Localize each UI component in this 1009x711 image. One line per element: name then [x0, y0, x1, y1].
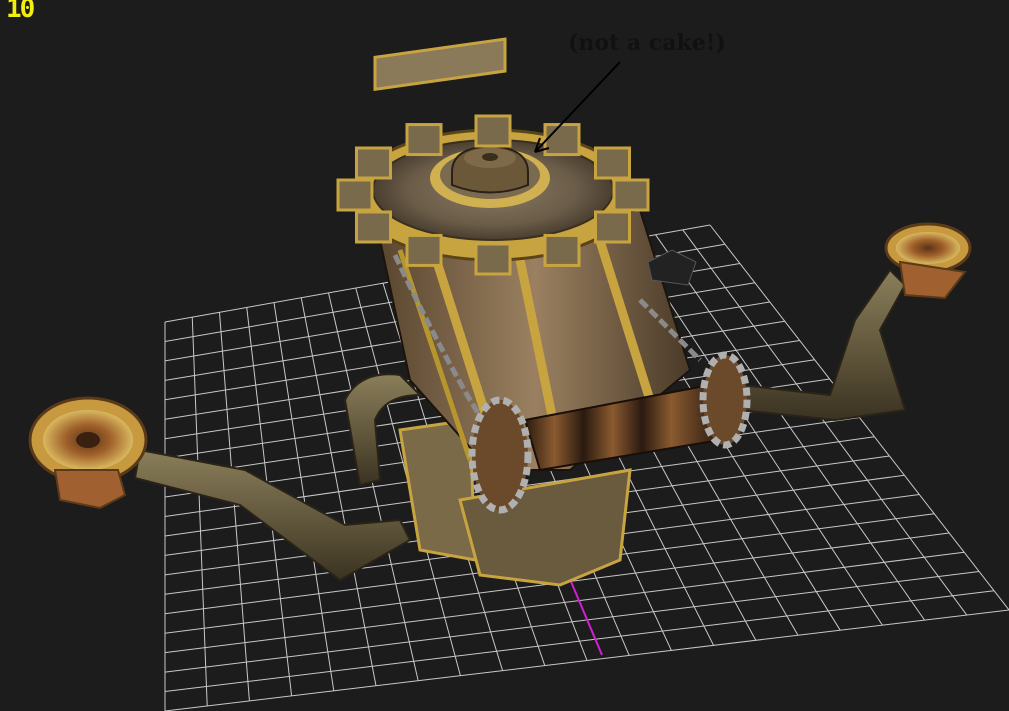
gear-tooth-crate — [405, 233, 443, 267]
gear-tooth-crate — [543, 123, 581, 157]
gear-tooth-crate — [612, 178, 650, 212]
3d-viewport[interactable]: 10 (not a cake!) — [0, 0, 1009, 711]
chain-hub-left — [468, 396, 532, 514]
gear-tooth-crate — [354, 210, 392, 244]
gear-tooth-crate — [594, 210, 632, 244]
fps-counter: 10 — [6, 0, 35, 24]
chain-hub-right — [699, 351, 751, 449]
viewport-canvas — [28, 37, 1009, 711]
gear-tooth-crate — [405, 123, 443, 157]
gear-tooth-crate — [474, 114, 512, 148]
right-pipe-arm — [739, 268, 907, 422]
left-pipe-arm — [133, 373, 423, 582]
exhaust-block — [647, 249, 697, 286]
top-gear-ring — [351, 128, 635, 262]
left-gear-wheel — [28, 396, 148, 510]
gear-tooth-crate — [474, 242, 512, 276]
gear-tooth-crate — [354, 146, 392, 180]
top-crate — [373, 37, 507, 92]
grid-line — [164, 590, 995, 693]
gear-tooth-crate — [336, 178, 374, 212]
gear-tooth-crate — [543, 233, 581, 267]
grid-line — [164, 609, 1009, 711]
gear-tooth-crate — [594, 146, 632, 180]
annotation-label: (not a cake!) — [568, 30, 726, 56]
